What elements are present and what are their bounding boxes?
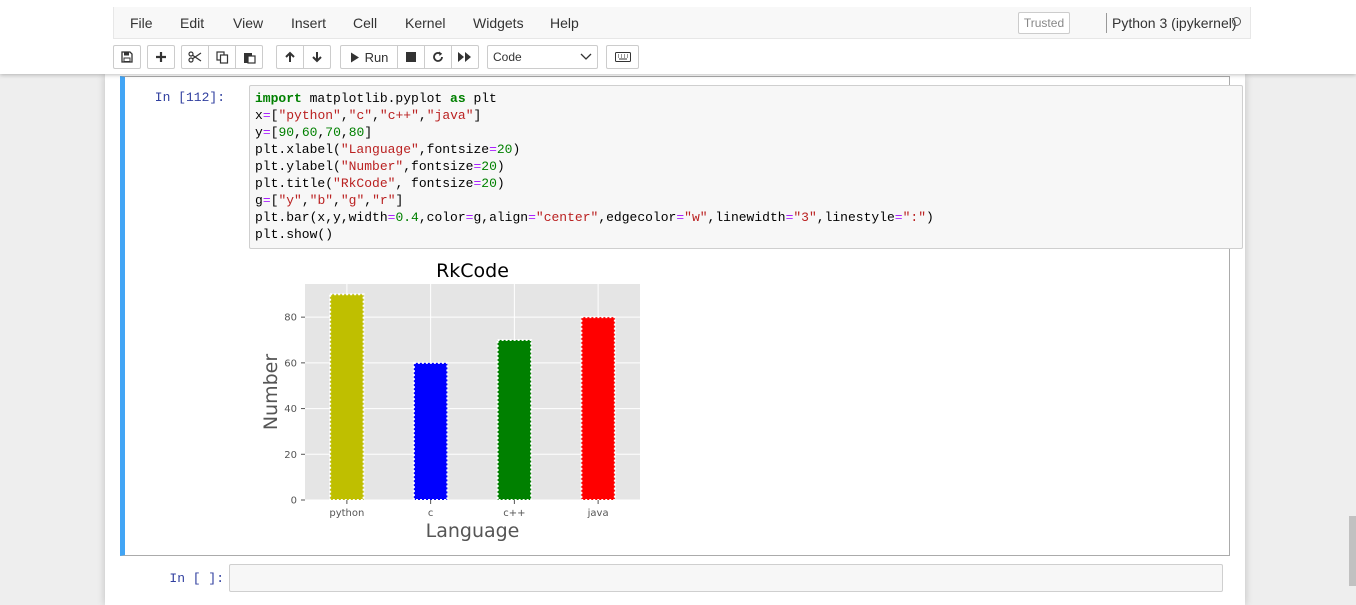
restart-icon: [433, 51, 443, 62]
input-prompt: In [112]:: [154, 90, 225, 105]
restart-button[interactable]: [424, 45, 452, 69]
trusted-badge[interactable]: Trusted: [1018, 12, 1070, 34]
empty-cell-prompt: In [ ]:: [169, 571, 224, 586]
code-line: y=[90,60,70,80]: [255, 125, 373, 140]
chart-title: RkCode: [436, 260, 509, 282]
bar-c: [412, 361, 449, 501]
cell-output: 0 20 40 60 80 python c c++ java RkCode Language Num…: [249, 253, 649, 556]
notebook-header: File Edit View Insert Cell Kernel Widget…: [0, 0, 1356, 74]
code-line: plt.xlabel("Language",fontsize=20): [255, 142, 521, 157]
menu-file[interactable]: File: [130, 15, 153, 31]
code-line: import matplotlib.pyplot as plt: [255, 91, 497, 106]
move-down-button[interactable]: [303, 45, 331, 69]
insert-cell-button[interactable]: [147, 45, 175, 69]
code-cell-selected[interactable]: In [112]: import matplotlib.pyplot as pl…: [120, 76, 1243, 556]
code-line: plt.bar(x,y,width=0.4,color=g,align="cen…: [255, 210, 934, 225]
x-tick-label: python: [329, 508, 364, 519]
menu-help[interactable]: Help: [550, 15, 579, 31]
menu-widgets[interactable]: Widgets: [473, 15, 524, 31]
bar-c++: [496, 339, 533, 501]
fast-forward-icon: [458, 52, 471, 62]
code-line: plt.ylabel("Number",fontsize=20): [255, 159, 505, 174]
bar-python: [329, 293, 365, 501]
menu-bar: File Edit View Insert Cell Kernel Widget…: [113, 7, 1251, 39]
menu-cell[interactable]: Cell: [353, 15, 377, 31]
y-axis-label: Number: [260, 354, 282, 431]
menu-kernel[interactable]: Kernel: [405, 15, 445, 31]
code-line: x=["python","c","c++","java"]: [255, 108, 482, 123]
command-palette-button[interactable]: [606, 45, 639, 69]
scissors-icon: [188, 51, 202, 63]
stop-icon: [406, 52, 416, 62]
restart-run-all-button[interactable]: [451, 45, 479, 69]
kernel-name[interactable]: Python 3 (ipykernel): [1112, 15, 1237, 31]
toolbar-run-group: Run: [340, 45, 479, 69]
copy-icon: [215, 50, 228, 64]
code-line: plt.show(): [255, 227, 334, 242]
y-tick-label: 80: [284, 313, 297, 324]
x-tick-label: java: [587, 508, 609, 519]
y-tick-label: 20: [284, 450, 297, 461]
code-line: g=["y","b","g","r"]: [255, 193, 404, 208]
code-keyword-import: import: [255, 91, 302, 106]
kernel-separator: [1106, 13, 1107, 33]
menu-view[interactable]: View: [233, 15, 263, 31]
notebook-container: In [112]: import matplotlib.pyplot as pl…: [105, 74, 1245, 605]
play-icon: [350, 52, 359, 62]
empty-code-editor[interactable]: [229, 564, 1223, 592]
run-button[interactable]: Run: [340, 45, 398, 69]
cell-type-select[interactable]: Code: [487, 45, 598, 69]
x-tick-label: c++: [503, 508, 525, 519]
cut-button[interactable]: [181, 45, 209, 69]
code-keyword-as: as: [450, 91, 466, 106]
interrupt-button[interactable]: [397, 45, 425, 69]
scrollbar-thumb[interactable]: [1349, 516, 1356, 586]
copy-button[interactable]: [208, 45, 236, 69]
toolbar-edit-group: [181, 45, 263, 69]
x-axis-label: Language: [426, 520, 520, 542]
toolbar-move-group: [276, 45, 331, 69]
cell-type-value: Code: [493, 50, 522, 64]
bar-java: [580, 316, 616, 502]
paste-button[interactable]: [235, 45, 263, 69]
menu-insert[interactable]: Insert: [291, 15, 326, 31]
move-up-button[interactable]: [276, 45, 304, 69]
y-tick-label: 40: [284, 404, 297, 415]
code-editor[interactable]: import matplotlib.pyplot as plt x=["pyth…: [249, 85, 1243, 249]
code-text: import matplotlib.pyplot as plt x=["pyth…: [255, 90, 934, 243]
y-tick-label: 0: [291, 496, 297, 507]
plus-icon: [156, 52, 166, 62]
chevron-down-icon: [580, 53, 592, 60]
save-icon: [121, 51, 133, 63]
bar-chart: 0 20 40 60 80 python c c++ java RkCode Language Num…: [260, 260, 640, 542]
paste-icon: [243, 52, 256, 64]
keyboard-icon: [614, 52, 631, 62]
run-label: Run: [364, 49, 389, 65]
toolbar-insert-group: [147, 45, 175, 69]
arrow-up-icon: [285, 51, 295, 62]
code-line: plt.title("RkCode", fontsize=20): [255, 176, 505, 191]
kernel-idle-icon: [1232, 17, 1241, 26]
menu-edit[interactable]: Edit: [180, 15, 204, 31]
toolbar-command-group: [606, 45, 639, 69]
save-button[interactable]: [113, 45, 141, 69]
y-tick-label: 60: [284, 358, 297, 369]
x-tick-label: c: [428, 508, 434, 519]
arrow-down-icon: [312, 52, 322, 63]
toolbar-save-group: [113, 45, 141, 69]
